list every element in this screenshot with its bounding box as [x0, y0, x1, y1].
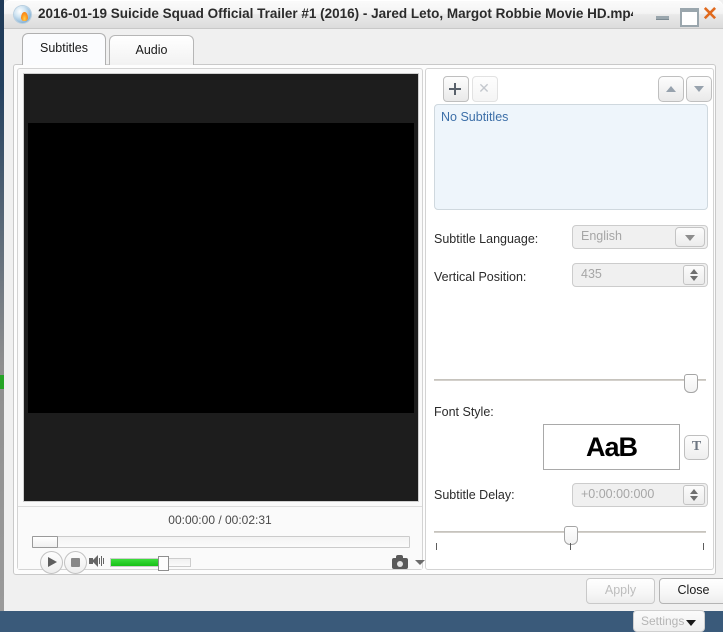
tab-subtitles[interactable]: Subtitles: [22, 33, 106, 65]
font-style-preview[interactable]: AaB: [543, 424, 680, 470]
move-down-button[interactable]: [686, 76, 712, 102]
vertical-position-label: Vertical Position:: [434, 270, 527, 284]
speaker-icon[interactable]: [89, 554, 105, 568]
add-subtitle-button[interactable]: [443, 76, 469, 102]
tab-content-panel: 00:00:00 / 00:02:31 ✕ No Subtitles Subti…: [13, 64, 716, 632]
play-icon: [48, 557, 57, 567]
remove-subtitle-button[interactable]: ✕: [472, 76, 498, 102]
seek-slider[interactable]: [32, 536, 410, 548]
font-picker-button[interactable]: T: [684, 435, 709, 460]
apply-button[interactable]: Apply: [586, 578, 655, 604]
slider-track: [434, 379, 706, 381]
close-icon: ✕: [702, 4, 718, 25]
stepper-down-icon[interactable]: [690, 276, 698, 281]
chevron-down-icon: [686, 620, 696, 626]
subtitle-language-label: Subtitle Language:: [434, 232, 539, 246]
stop-icon: [71, 558, 80, 567]
subtitle-track-list[interactable]: No Subtitles: [434, 104, 708, 210]
speaker-wave-1: [99, 558, 100, 564]
subtitle-delay-input[interactable]: +0:00:00:000: [572, 483, 708, 507]
close-button[interactable]: Close: [659, 578, 723, 604]
list-item[interactable]: No Subtitles: [441, 110, 508, 124]
font-style-label: Font Style:: [434, 405, 494, 419]
maximize-icon: [680, 8, 699, 27]
volume-fill: [111, 559, 163, 566]
language-dropdown-button[interactable]: [675, 227, 705, 247]
player-controls: 00:00:00 / 00:02:31: [18, 506, 425, 574]
tab-audio[interactable]: Audio: [109, 35, 194, 65]
video-player-pane: 00:00:00 / 00:02:31: [17, 68, 425, 574]
slider-tick-left: [436, 543, 437, 550]
move-up-button[interactable]: [658, 76, 684, 102]
video-surface[interactable]: [23, 73, 419, 502]
slider-thumb[interactable]: [564, 526, 578, 545]
globe-flame-icon: [14, 6, 31, 23]
speaker-cone: [92, 555, 98, 567]
camera-icon[interactable]: [392, 555, 409, 569]
subtitle-delay-stepper[interactable]: [683, 485, 705, 505]
vertical-position-stepper[interactable]: [683, 265, 705, 285]
chevron-down-icon: [685, 235, 695, 241]
subtitle-options-pane: ✕ No Subtitles Subtitle Language: Englis…: [425, 68, 714, 632]
stepper-up-icon[interactable]: [690, 269, 698, 274]
maximize-button[interactable]: [677, 4, 699, 27]
slider-thumb[interactable]: [683, 374, 698, 393]
seek-slider-thumb[interactable]: [32, 536, 58, 548]
chevron-down-icon[interactable]: [415, 560, 425, 565]
dialog-footer: Apply Close: [4, 574, 723, 611]
speaker-wave-3: [103, 558, 104, 564]
flame-shape: [21, 12, 28, 21]
settings-button[interactable]: Settings: [633, 610, 705, 632]
subtitle-delay-value: +0:00:00:000: [581, 487, 655, 501]
play-button[interactable]: [40, 551, 63, 574]
volume-slider[interactable]: [110, 556, 191, 571]
camera-lens: [397, 561, 403, 567]
vertical-position-input[interactable]: 435: [572, 263, 708, 287]
title-bar: 2016-01-19 Suicide Squad Official Traile…: [4, 0, 723, 29]
window-title: 2016-01-19 Suicide Squad Official Traile…: [38, 6, 633, 21]
subtitle-delay-slider[interactable]: [434, 524, 706, 550]
tab-strip: Subtitles Audio: [4, 29, 723, 65]
slider-tick-center: [570, 543, 571, 550]
vertical-position-slider[interactable]: [434, 372, 706, 393]
subtitle-language-value: English: [581, 229, 622, 243]
subtitle-delay-label: Subtitle Delay:: [434, 488, 515, 502]
window-close-button[interactable]: ✕: [701, 4, 719, 24]
minimize-button[interactable]: [652, 4, 674, 24]
subtitles-dialog-window: 2016-01-19 Suicide Squad Official Traile…: [4, 0, 723, 632]
volume-slider-thumb[interactable]: [158, 556, 170, 571]
minimize-icon: [656, 16, 669, 20]
vertical-position-value: 435: [581, 267, 602, 281]
stepper-down-icon[interactable]: [690, 496, 698, 501]
stepper-up-icon[interactable]: [690, 489, 698, 494]
stop-button[interactable]: [64, 551, 87, 574]
chevron-up-icon: [666, 86, 676, 92]
speaker-wave-2: [101, 556, 102, 566]
time-display: 00:00:00 / 00:02:31: [168, 513, 272, 527]
settings-button-label: Settings: [641, 614, 685, 628]
chevron-down-icon: [694, 86, 704, 92]
slider-tick-right: [703, 543, 704, 550]
subtitle-language-select[interactable]: English: [572, 225, 708, 249]
close-icon: ✕: [478, 80, 490, 96]
video-picture-area: [28, 123, 414, 413]
plus-icon-vertical: [454, 82, 456, 95]
